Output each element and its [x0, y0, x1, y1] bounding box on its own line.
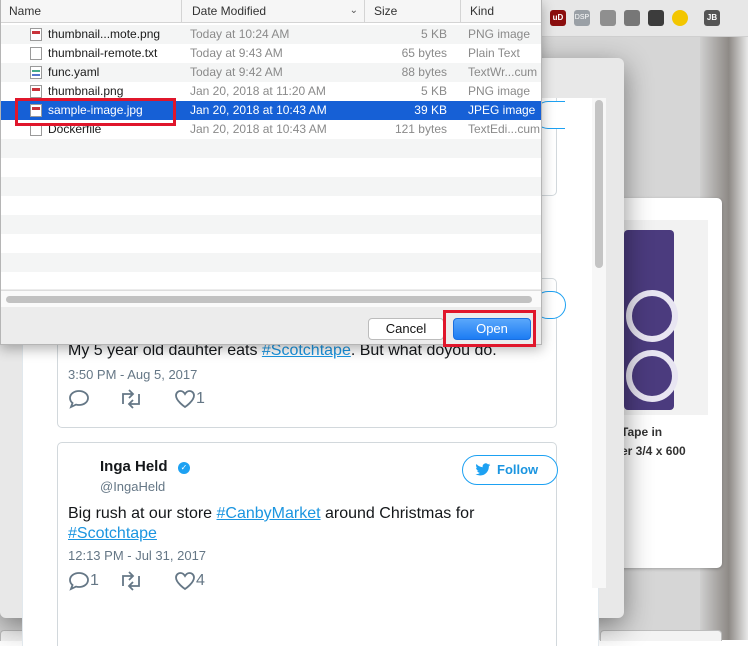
- file-open-dialog: Name Date Modified ⌄ Size Kind thumbnail…: [0, 0, 542, 345]
- image-file-icon: [30, 85, 42, 98]
- selected-file-highlight: [15, 98, 176, 126]
- column-header-kind[interactable]: Kind: [460, 0, 541, 22]
- grid-extension-icon[interactable]: [600, 10, 616, 26]
- file-row[interactable]: thumbnail-remote.txt Today at 9:43 AM 65…: [1, 44, 541, 63]
- cancel-button[interactable]: Cancel: [368, 318, 444, 340]
- ublock-extension-icon[interactable]: uD: [550, 10, 566, 26]
- column-header-size[interactable]: Size: [364, 0, 461, 22]
- heart-icon: [175, 390, 195, 409]
- column-header-date-modified[interactable]: Date Modified ⌄: [182, 0, 365, 22]
- empty-row: [1, 272, 541, 289]
- file-list-header: Name Date Modified ⌄ Size Kind: [1, 0, 541, 23]
- empty-row: [1, 215, 541, 234]
- empty-row: [1, 253, 541, 272]
- twitter-bird-icon: [475, 463, 491, 476]
- browser-toolbar: uD DSP JB: [538, 0, 748, 37]
- like-button[interactable]: 1: [174, 389, 205, 409]
- follow-button[interactable]: Follow: [462, 455, 558, 485]
- tweet-2-timestamp[interactable]: 12:13 PM - Jul 31, 2017: [68, 548, 206, 563]
- follow-label: Follow: [497, 462, 539, 477]
- reply-icon[interactable]: [68, 389, 90, 415]
- file-list: thumbnail...mote.png Today at 10:24 AM 5…: [1, 23, 541, 289]
- modal-scrollbar-thumb[interactable]: [595, 100, 603, 268]
- product-image: [620, 220, 708, 415]
- sort-chevron-down-icon: ⌄: [349, 5, 358, 16]
- empty-row: [1, 177, 541, 196]
- product-title-line1: Tape in: [621, 425, 663, 439]
- bottom-card-4[interactable]: [600, 630, 722, 641]
- file-row[interactable]: func.yaml Today at 9:42 AM 88 bytes Text…: [1, 63, 541, 82]
- tweet-card-2: Inga Held ✓ @IngaHeld Follow Big rush at…: [57, 442, 558, 646]
- image-file-icon: [30, 28, 42, 41]
- heart-icon: [175, 572, 195, 591]
- hashtag-link[interactable]: #CanbyMarket: [217, 505, 321, 522]
- reply-icon: [69, 572, 89, 591]
- column-header-name[interactable]: Name: [1, 0, 182, 22]
- like-button-2[interactable]: 4: [174, 571, 205, 591]
- reply-button-2[interactable]: 1: [68, 571, 99, 591]
- empty-row: [1, 196, 541, 215]
- text-file-icon: [30, 47, 42, 60]
- dsp-extension-icon[interactable]: DSP: [574, 10, 590, 26]
- empty-row: [1, 234, 541, 253]
- retweet-icon[interactable]: [118, 389, 144, 415]
- empty-row: [1, 158, 541, 177]
- open-button-highlight: [443, 310, 536, 347]
- author-name[interactable]: Inga Held: [100, 458, 168, 475]
- code-file-icon: [30, 66, 42, 79]
- tweet-1-timestamp[interactable]: 3:50 PM - Aug 5, 2017: [68, 367, 197, 382]
- author-handle[interactable]: @IngaHeld: [100, 479, 165, 494]
- file-row[interactable]: thumbnail...mote.png Today at 10:24 AM 5…: [1, 25, 541, 44]
- shield-extension-icon[interactable]: [648, 10, 664, 26]
- like-count: 1: [196, 390, 205, 407]
- horizontal-scrollbar-thumb[interactable]: [6, 296, 532, 303]
- like-count-2: 4: [196, 572, 205, 589]
- react-extension-icon[interactable]: [624, 10, 640, 26]
- verified-badge-icon: ✓: [178, 462, 190, 474]
- tweet-2-text: Big rush at our store #CanbyMarket aroun…: [68, 505, 475, 542]
- hashtag-link-2[interactable]: #Scotchtape: [68, 525, 157, 542]
- product-title-line2: er 3/4 x 600: [621, 444, 686, 458]
- jb-extension-icon[interactable]: JB: [704, 10, 720, 26]
- horizontal-scrollbar[interactable]: [1, 290, 541, 307]
- reply-count: 1: [90, 572, 99, 589]
- empty-row: [1, 139, 541, 158]
- moon-extension-icon[interactable]: [672, 10, 688, 26]
- retweet-icon[interactable]: [118, 571, 144, 597]
